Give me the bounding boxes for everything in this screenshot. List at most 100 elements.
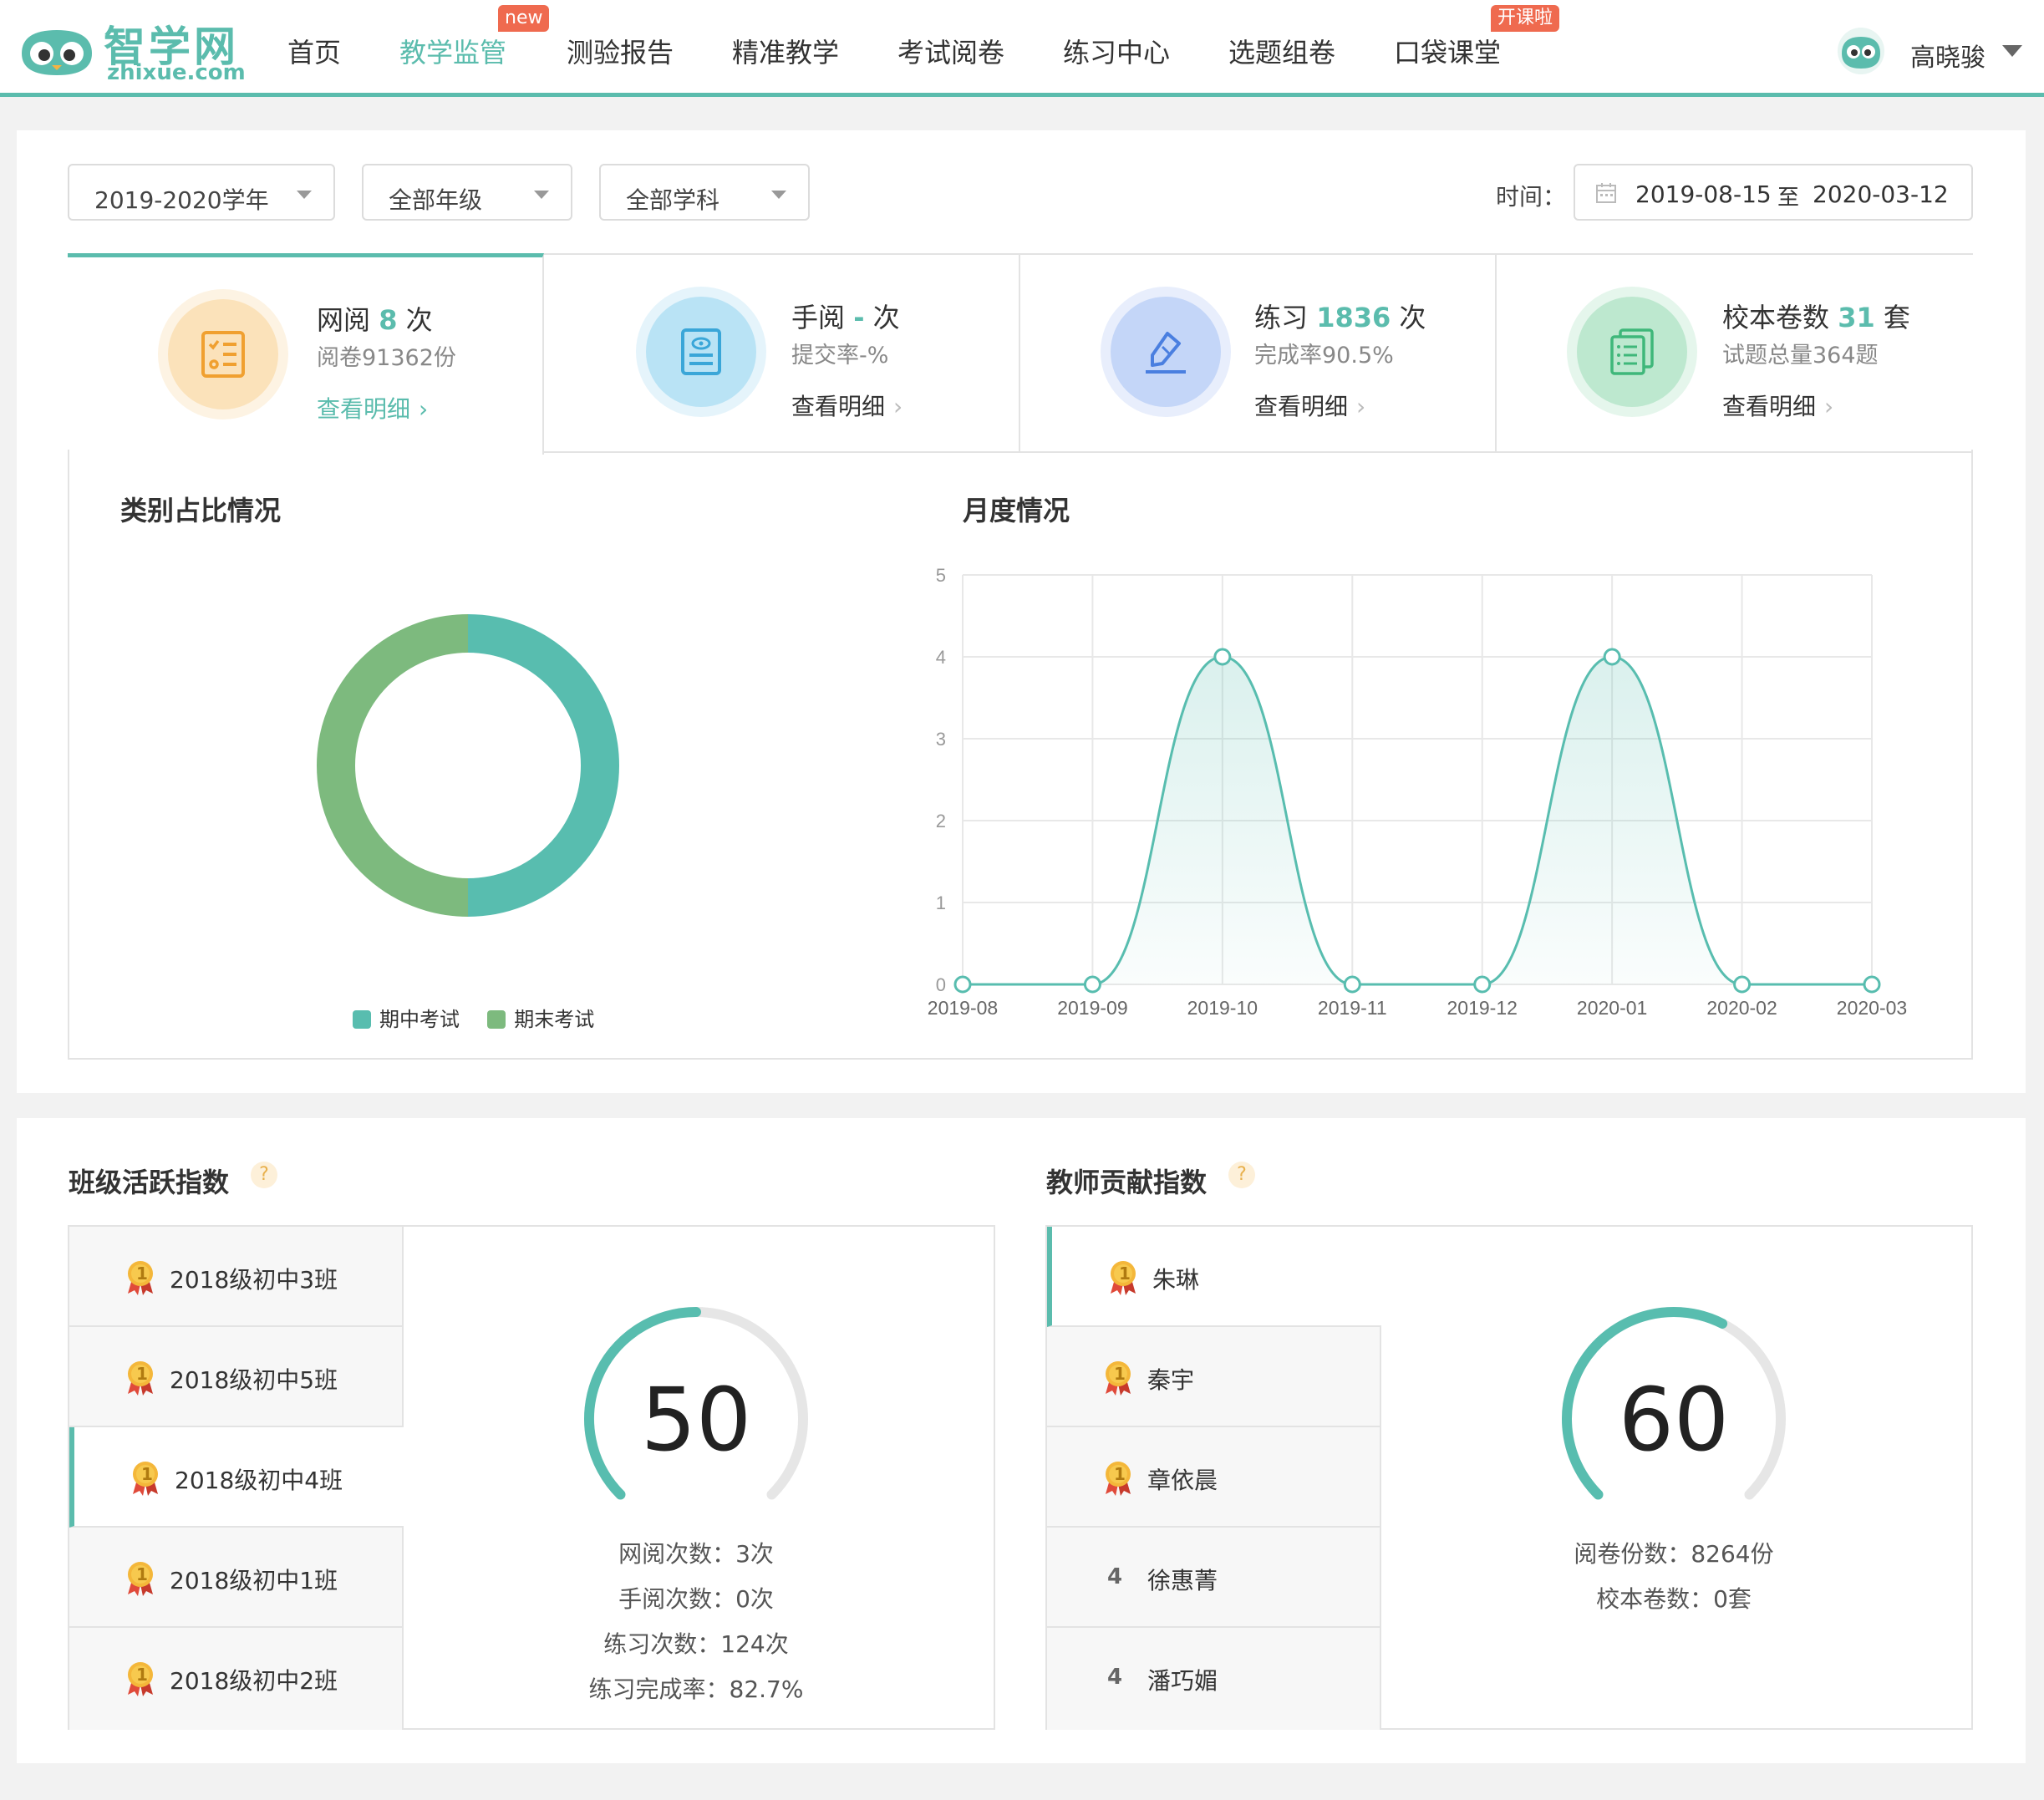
user-menu-caret-icon[interactable]	[2002, 45, 2022, 57]
donut-legend: 期中考试 期末考试	[353, 1003, 594, 1032]
chevron-right-icon: ›	[419, 395, 429, 423]
medal-rank: 1	[136, 1264, 148, 1284]
nav-test-report[interactable]: 测验报告	[567, 32, 674, 70]
data-point[interactable]	[1343, 975, 1361, 994]
teacher-name: 潘巧媚	[1147, 1667, 1218, 1695]
chevron-right-icon: ›	[1824, 393, 1834, 420]
grade-select[interactable]: 全部年级	[362, 164, 572, 221]
stat-title: 手阅 - 次	[791, 297, 900, 335]
stat-card-online-marking[interactable]: 网阅 8 次 阅卷91362份 查看明细 ›	[68, 253, 544, 455]
teacher-rank-item[interactable]: 4 徐惠菁	[1047, 1528, 1381, 1628]
class-name: 2018级初中2班	[170, 1667, 338, 1695]
view-details-link[interactable]: 查看明细 ›	[1722, 389, 1833, 422]
legend-label-midterm[interactable]: 期中考试	[379, 1008, 460, 1031]
x-tick-label: 2019-11	[1318, 997, 1387, 1019]
help-icon[interactable]: ?	[1228, 1162, 1255, 1188]
data-point[interactable]	[1863, 975, 1881, 994]
nav-pocket-class[interactable]: 口袋课堂	[1394, 32, 1501, 70]
stat-subtitle: 试题总量364题	[1722, 343, 1879, 369]
stat-card-school-papers[interactable]: 校本卷数 31 套 试题总量364题 查看明细 ›	[1497, 255, 1973, 453]
view-details-link[interactable]: 查看明细 ›	[791, 389, 903, 422]
teacher-contrib-title: 教师贡献指数	[1046, 1167, 1208, 1198]
stat-title-label: 手阅	[791, 302, 846, 333]
class-name: 2018级初中1班	[170, 1567, 338, 1594]
teacher-name: 朱琳	[1152, 1266, 1200, 1294]
stat-unit: 次	[405, 304, 433, 336]
class-name: 2018级初中3班	[170, 1266, 338, 1294]
class-rank-item[interactable]: 1 2018级初中5班	[69, 1327, 404, 1427]
stat-card-practice[interactable]: 练习 1836 次 完成率90.5% 查看明细 ›	[1020, 255, 1497, 453]
donut-slice-0[interactable]	[467, 614, 619, 917]
y-tick-label: 1	[936, 892, 946, 913]
date-separator: 至	[1777, 186, 1800, 211]
nav-teaching-supervision[interactable]: 教学监管	[399, 32, 506, 70]
y-tick-label: 2	[936, 811, 946, 831]
user-name[interactable]: 高晓骏	[1910, 37, 1986, 74]
year-select[interactable]: 2019-2020学年	[68, 164, 335, 221]
class-rank-item[interactable]: 1 2018级初中3班	[69, 1227, 404, 1327]
class-activity-box: 1 2018级初中3班 1 2018级初中5班 1 2018级初中4班 1 20…	[68, 1225, 995, 1730]
user-avatar[interactable]	[1837, 27, 1885, 75]
nav-question-compose[interactable]: 选题组卷	[1228, 32, 1335, 70]
view-details-label: 查看明细	[317, 395, 411, 423]
data-point[interactable]	[1473, 975, 1492, 994]
monthly-chart-title: 月度情况	[963, 495, 1070, 526]
date-start[interactable]: 2019-08-15	[1635, 181, 1772, 208]
stat-card-manual-marking[interactable]: 手阅 - 次 提交率-% 查看明细 ›	[544, 255, 1020, 453]
medal-rank: 1	[1119, 1264, 1131, 1284]
teacher-name: 徐惠菁	[1147, 1567, 1218, 1594]
class-rank-item-selected[interactable]: 1 2018级初中4班	[69, 1427, 404, 1528]
medal-rank: 1	[136, 1364, 148, 1384]
x-tick-label: 2019-08	[928, 997, 998, 1019]
stat-title: 校本卷数 31 套	[1722, 297, 1910, 335]
teacher-rank-item[interactable]: 4 潘巧媚	[1047, 1628, 1381, 1730]
y-tick-label: 5	[936, 565, 946, 586]
class-name: 2018级初中5班	[170, 1366, 338, 1394]
data-point[interactable]	[953, 975, 972, 994]
medal-rank: 1	[1114, 1364, 1126, 1384]
legend-label-final[interactable]: 期末考试	[514, 1008, 594, 1031]
view-details-link[interactable]: 查看明细 ›	[317, 391, 428, 425]
owl-logo-icon[interactable]	[15, 20, 99, 79]
legend-swatch-final	[487, 1010, 506, 1029]
y-tick-label: 0	[936, 974, 946, 995]
document-eye-icon	[681, 328, 721, 375]
view-details-link[interactable]: 查看明细 ›	[1254, 389, 1365, 422]
y-tick-label: 3	[936, 729, 946, 750]
donut-slice-1[interactable]	[317, 614, 469, 917]
stat-unit: 次	[872, 302, 900, 333]
teacher-rank-item[interactable]: 1 秦宇	[1047, 1327, 1381, 1427]
date-end[interactable]: 2020-03-12	[1813, 181, 1949, 208]
nav-class-open-badge: 开课啦	[1491, 5, 1560, 32]
stat-unit: 次	[1399, 302, 1426, 333]
subject-select[interactable]: 全部学科	[599, 164, 810, 221]
time-label: 时间：	[1496, 183, 1567, 211]
class-rank-item[interactable]: 1 2018级初中1班	[69, 1528, 404, 1628]
stat-title-label: 网阅	[317, 304, 371, 336]
date-range-picker[interactable]: 2019-08-15 至 2020-03-12	[1574, 164, 1973, 221]
logo-subtext[interactable]: zhixue.com	[107, 60, 246, 85]
nav-precise-teaching[interactable]: 精准教学	[732, 32, 839, 70]
nav-exam-marking[interactable]: 考试阅卷	[897, 32, 1004, 70]
detail-manual-marking: 手阅次数：0次	[618, 1585, 774, 1613]
stat-subtitle: 完成率90.5%	[1254, 343, 1394, 369]
stat-count: 31	[1838, 302, 1875, 333]
class-rank-item[interactable]: 1 2018级初中2班	[69, 1628, 404, 1730]
nav-home[interactable]: 首页	[287, 32, 341, 70]
data-point[interactable]	[1733, 975, 1752, 994]
teacher-rank-item[interactable]: 1 章依晨	[1047, 1427, 1381, 1528]
help-icon[interactable]: ?	[251, 1162, 277, 1188]
x-tick-label: 2020-01	[1577, 997, 1647, 1019]
nav-practice-center[interactable]: 练习中心	[1063, 32, 1170, 70]
data-point[interactable]	[1083, 975, 1101, 994]
stat-title-label: 校本卷数	[1722, 302, 1830, 333]
class-activity-score: 50	[640, 1369, 752, 1471]
pencil-edit-icon	[1146, 332, 1186, 374]
data-point[interactable]	[1213, 648, 1232, 666]
category-donut-chart	[317, 614, 619, 917]
monthly-area-chart: 0 1 2 3 4 5 2019-08 2019-09 2019-10 2019-11 2019-…	[928, 565, 1907, 1019]
stat-icon-bg	[636, 287, 766, 417]
teacher-rank-item-selected[interactable]: 1 朱琳	[1047, 1227, 1381, 1327]
teacher-name: 章依晨	[1147, 1467, 1218, 1494]
data-point[interactable]	[1603, 648, 1621, 666]
